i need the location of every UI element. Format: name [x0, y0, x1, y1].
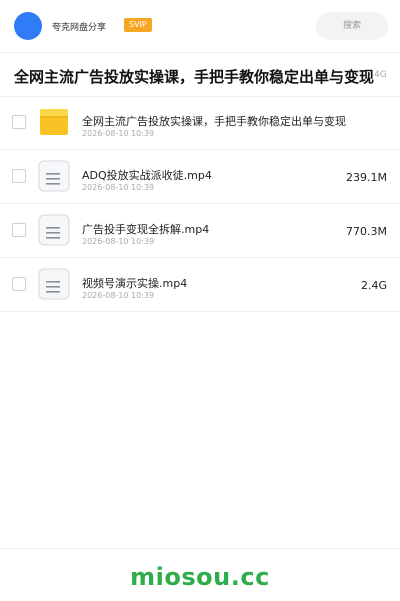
file-row[interactable]: 视频号演示实操.mp4 2026-08-10 10:39 2.4G [0, 258, 400, 312]
share-title-bar: 全网主流广告投放实操课，手把手教你稳定出单与变现 4G [0, 52, 400, 97]
file-size: 770.3M [346, 225, 387, 238]
app-name: 夸克网盘分享 [52, 23, 107, 33]
folder-icon [38, 106, 70, 138]
svip-badge: SVIP [124, 18, 152, 32]
document-icon [38, 160, 70, 192]
row-checkbox[interactable] [12, 223, 26, 237]
file-name: ADQ投放实战派收徒.mp4 [82, 169, 212, 182]
document-icon [38, 268, 70, 300]
file-date: 2026-08-10 10:39 [82, 183, 155, 192]
row-checkbox[interactable] [12, 277, 26, 291]
file-size: 239.1M [346, 171, 387, 184]
file-size: 2.4G [360, 279, 387, 292]
file-date: 2026-08-10 10:39 [82, 237, 155, 246]
header: 夸克网盘分享 SVIP 搜索 [0, 0, 400, 53]
file-row-folder[interactable]: 全网主流广告投放实操课，手把手教你稳定出单与变现 2026-08-10 10:3… [0, 96, 400, 150]
file-date: 2026-08-10 10:39 [82, 291, 155, 300]
row-checkbox[interactable] [12, 169, 26, 183]
row-checkbox[interactable] [12, 115, 26, 129]
file-row[interactable]: 广告投手变现全拆解.mp4 2026-08-10 10:39 770.3M [0, 204, 400, 258]
avatar[interactable] [14, 12, 42, 40]
footer: miosou.cc [0, 548, 400, 601]
file-list: 全网主流广告投放实操课，手把手教你稳定出单与变现 2026-08-10 10:3… [0, 96, 400, 312]
file-date: 2026-08-10 10:39 [82, 129, 155, 138]
file-name: 全网主流广告投放实操课，手把手教你稳定出单与变现 [82, 115, 346, 128]
brand-watermark[interactable]: miosou.cc [0, 563, 400, 591]
file-name: 视频号演示实操.mp4 [82, 277, 188, 290]
page-title: 全网主流广告投放实操课，手把手教你稳定出单与变现 [14, 68, 374, 86]
document-icon [38, 214, 70, 246]
search-input[interactable]: 搜索 [316, 12, 388, 40]
total-size: 4G [374, 70, 387, 80]
file-name: 广告投手变现全拆解.mp4 [82, 223, 210, 236]
file-row[interactable]: ADQ投放实战派收徒.mp4 2026-08-10 10:39 239.1M [0, 150, 400, 204]
